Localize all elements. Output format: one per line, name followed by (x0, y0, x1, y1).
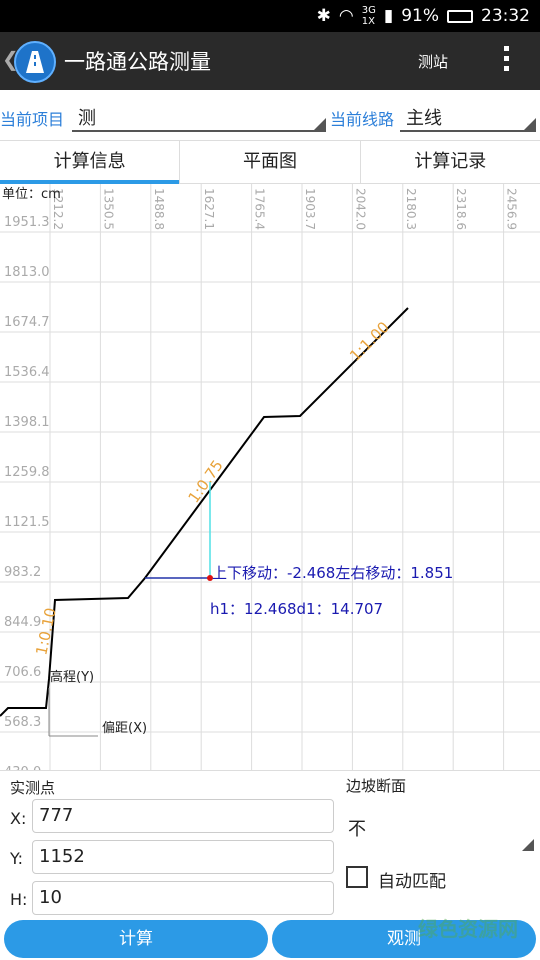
app-bar: ❮ 一路通公路测量 测站 (0, 32, 540, 90)
y-input[interactable]: 1152 (32, 840, 334, 874)
dropdown-arrow-icon (524, 118, 536, 130)
battery-icon (447, 9, 473, 23)
y-tick-label: 1121.5 (4, 515, 50, 530)
y-tick-label: 568.3 (4, 715, 41, 730)
dropdown-arrow-icon (522, 839, 534, 851)
route-label: 当前线路 (330, 110, 395, 129)
app-title: 一路通公路测量 (64, 50, 211, 74)
sim-icon: ▮ (383, 6, 394, 26)
bluetooth-icon: ✱ (316, 6, 331, 26)
h-label: H: (10, 890, 28, 909)
road-icon (26, 51, 44, 73)
x-tick-label: 1488.8 (152, 188, 166, 230)
station-button[interactable]: 测站 (418, 51, 448, 72)
auto-match-label: 自动匹配 (378, 872, 446, 892)
slope-ratio-label: 1:0.10 (32, 606, 60, 657)
y-tick-label: 1259.8 (4, 465, 50, 480)
slope-section-label: 边坡断面 (346, 777, 407, 795)
y-tick-label: 1951.3 (4, 215, 50, 230)
x-input[interactable]: 777 (32, 799, 334, 833)
y-tick-label: 844.9 (4, 615, 41, 630)
app-logo[interactable] (14, 41, 56, 83)
selector-row: 当前项目 测 当前线路 主线 (0, 92, 540, 140)
auto-match-checkbox[interactable] (346, 866, 368, 888)
measure-form: 实测点 X: 777 Y: 1152 H: 10 边坡断面 不 自动匹配 (0, 770, 540, 918)
y-tick-label: 1813.0 (4, 265, 50, 280)
project-label: 当前项目 (0, 110, 65, 129)
move-info-text: 上下移动：-2.468左右移动：1.851 (212, 564, 453, 582)
watermark: 绿色资源网 (418, 917, 518, 941)
profile-line (0, 307, 409, 717)
cross-section-chart[interactable]: 1212.2 1350.5 1488.8 1627.1 1765.4 1903.7 2042… (0, 184, 540, 770)
x-tick-label: 2456.9 (505, 188, 519, 230)
project-value: 测 (78, 108, 96, 129)
h-input[interactable]: 10 (32, 881, 334, 915)
wifi-icon: ◠ (338, 6, 354, 26)
calculate-button[interactable]: 计算 (4, 920, 268, 958)
tab-calc-records[interactable]: 计算记录 (361, 141, 540, 183)
tab-calc-info[interactable]: 计算信息 (0, 141, 181, 184)
y-label: Y: (10, 849, 24, 868)
axis-y-label: 高程(Y) (50, 669, 94, 685)
x-tick-label: 2318.6 (454, 188, 468, 230)
y-tick-label: 1536.4 (4, 365, 50, 380)
signal-icon: 3G 1X (361, 5, 376, 27)
slope-ratio-label: 1:1.00 (346, 318, 393, 365)
y-tick-label: 1398.1 (4, 415, 50, 430)
project-select[interactable]: 测 (72, 100, 326, 132)
route-value: 主线 (406, 108, 442, 129)
dropdown-arrow-icon (314, 118, 326, 130)
slope-section-value: 不 (348, 819, 366, 840)
slope-section-select[interactable]: 不 (342, 805, 536, 851)
y-tick-label: 1674.7 (4, 315, 50, 330)
measured-point-label: 实测点 (10, 779, 56, 797)
clock: 23:32 (481, 6, 530, 26)
tab-bar: 计算信息 平面图 计算记录 (0, 140, 540, 184)
y-tick-label: 706.6 (4, 665, 41, 680)
x-tick-label: 2042.0 (353, 188, 367, 230)
x-tick-label: 1765.4 (253, 188, 267, 230)
chart-canvas: 1212.2 1350.5 1488.8 1627.1 1765.4 1903.7 2042… (0, 184, 540, 770)
battery-percent: 91% (401, 6, 439, 26)
x-tick-label: 2180.3 (404, 188, 418, 230)
status-bar: ✱ ◠ 3G 1X ▮ 91% 23:32 (0, 0, 540, 32)
x-tick-label: 1903.7 (303, 188, 317, 230)
h1-d1-info-text: h1：12.468d1：14.707 (210, 600, 383, 618)
x-label: X: (10, 809, 27, 828)
more-menu-icon[interactable] (504, 46, 510, 76)
unit-label: 单位：cm (2, 187, 61, 202)
x-tick-label: 1350.5 (101, 188, 115, 230)
x-tick-label: 1627.1 (202, 188, 216, 230)
route-select[interactable]: 主线 (400, 100, 536, 132)
slope-ratio-label: 1:0.75 (185, 457, 227, 507)
axis-x-label: 偏距(X) (102, 721, 147, 736)
tab-plan-view[interactable]: 平面图 (180, 141, 361, 183)
y-tick-label: 983.2 (4, 565, 41, 580)
